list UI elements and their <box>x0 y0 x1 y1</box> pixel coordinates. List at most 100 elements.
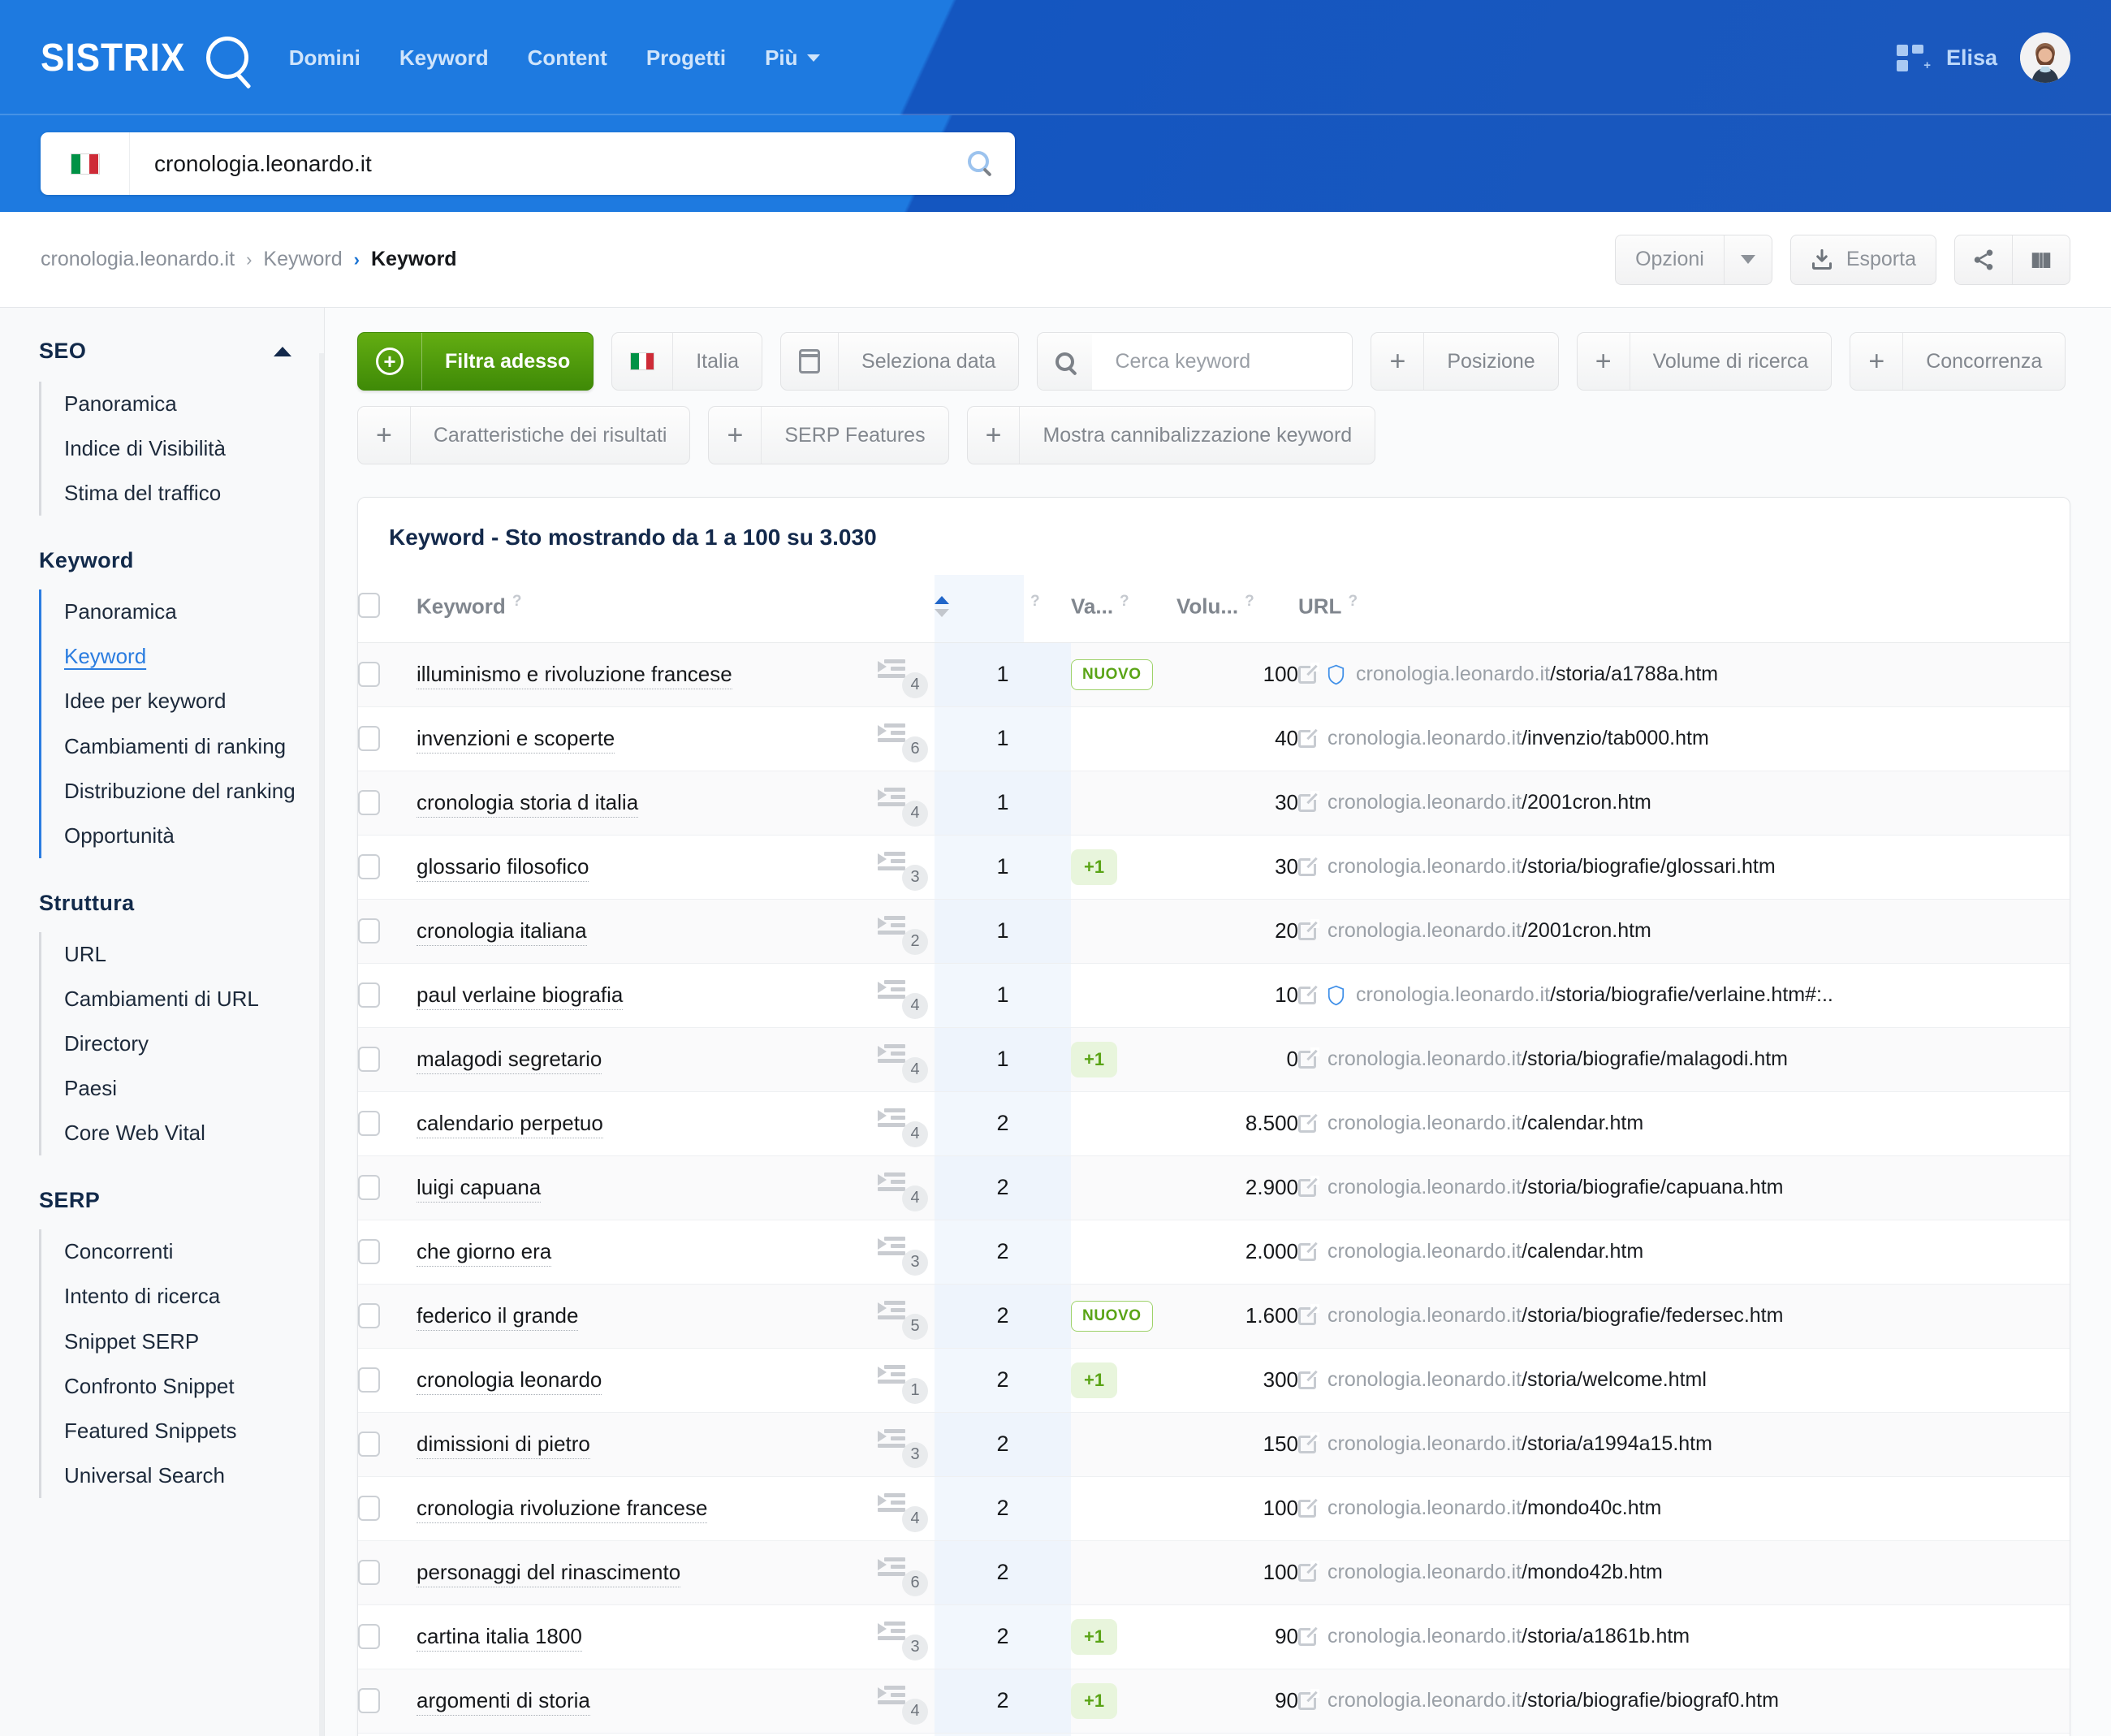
sidebar-item-cambiamenti-ranking[interactable]: Cambiamenti di ranking <box>41 724 324 769</box>
table-row[interactable]: personaggi del rinascimento 6 2 100 cronolog… <box>358 1540 2070 1605</box>
table-row[interactable]: dimissioni di pietro 3 2 150 cronologia.leon… <box>358 1412 2070 1477</box>
select-all-checkbox[interactable] <box>358 593 380 618</box>
serp-features-cell[interactable]: 2 <box>878 899 935 964</box>
serp-features-cell[interactable]: 4 <box>878 1027 935 1092</box>
sidebar-item-cambiamenti-url[interactable]: Cambiamenti di URL <box>41 977 324 1021</box>
column-header-keyword[interactable]: Keyword? <box>417 575 878 643</box>
keyword-link[interactable]: malagodi segretario <box>417 1047 602 1075</box>
url-text[interactable]: cronologia.leonardo.it/storia/biografie/… <box>1327 1176 1783 1199</box>
keyword-link[interactable]: cronologia leonardo <box>417 1367 602 1396</box>
external-link-icon[interactable] <box>1298 1367 1319 1389</box>
external-link-icon[interactable] <box>1298 982 1319 1004</box>
sidebar-item-opportunita[interactable]: Opportunità <box>41 814 324 858</box>
keyword-link[interactable]: cronologia storia d italia <box>417 790 639 818</box>
share-and-guide-group[interactable] <box>1954 234 2070 285</box>
url-text[interactable]: cronologia.leonardo.it/calendar.htm <box>1327 1240 1643 1263</box>
keyword-link[interactable]: personaggi del rinascimento <box>417 1560 681 1588</box>
row-checkbox[interactable] <box>358 1432 380 1457</box>
external-link-icon[interactable] <box>1298 1303 1319 1325</box>
table-row[interactable]: calendario eterno52 50cronologia.leonardo… <box>358 1733 2070 1736</box>
table-row[interactable]: glossario filosofico 3 1 +1 30 cronologia.leo… <box>358 835 2070 900</box>
external-link-icon[interactable] <box>1298 1047 1319 1069</box>
url-text[interactable]: cronologia.leonardo.it/storia/biografie/… <box>1327 1304 1783 1328</box>
nav-item-progetti[interactable]: Progetti <box>646 45 726 71</box>
serp-features-cell[interactable]: 3 <box>878 1604 935 1669</box>
serp-features-indicator[interactable]: 4 <box>878 1105 928 1147</box>
url-text[interactable]: cronologia.leonardo.it/mondo40c.htm <box>1327 1496 1661 1520</box>
url-text[interactable]: cronologia.leonardo.it/storia/biografie/… <box>1356 983 1833 1007</box>
sidebar-item-panoramica-keyword[interactable]: Panoramica <box>41 589 324 634</box>
serp-features-cell[interactable]: 4 <box>878 1091 935 1156</box>
keyword-link[interactable]: luigi capuana <box>417 1175 542 1203</box>
share-button[interactable] <box>1955 235 2012 284</box>
table-row[interactable]: cartina italia 1800 3 2 +1 90 cronologia.leon… <box>358 1604 2070 1669</box>
row-checkbox[interactable] <box>358 918 380 944</box>
options-button-group[interactable]: Opzioni <box>1615 234 1772 285</box>
row-checkbox[interactable] <box>358 1496 380 1522</box>
column-header-position[interactable] <box>935 575 1024 643</box>
sidebar-item-snippet-serp[interactable]: Snippet SERP <box>41 1319 324 1364</box>
sort-asc-icon[interactable] <box>935 596 949 618</box>
sidebar-item-featured-snippets[interactable]: Featured Snippets <box>41 1409 324 1453</box>
date-filter[interactable]: Seleziona data <box>780 332 1020 391</box>
export-button-group[interactable]: Esporta <box>1789 234 1936 285</box>
row-checkbox[interactable] <box>358 726 380 752</box>
serp-features-indicator[interactable]: 4 <box>878 784 928 827</box>
serp-features-filter[interactable]: + SERP Features <box>708 406 949 464</box>
sidebar-item-intento-ricerca[interactable]: Intento di ricerca <box>41 1274 324 1319</box>
row-checkbox[interactable] <box>358 1111 380 1137</box>
sidebar-item-keyword[interactable]: Keyword <box>41 634 324 679</box>
sistrix-logo[interactable]: SISTRIX <box>41 36 248 80</box>
serp-features-indicator[interactable]: 4 <box>878 1490 928 1532</box>
position-filter[interactable]: + Posizione <box>1371 332 1559 391</box>
external-link-icon[interactable] <box>1298 662 1319 684</box>
breadcrumb-item-section[interactable]: Keyword <box>263 248 342 271</box>
avatar[interactable] <box>2020 32 2070 83</box>
nav-item-piu[interactable]: Più <box>765 45 820 71</box>
url-text[interactable]: cronologia.leonardo.it/storia/a1788a.htm <box>1356 663 1718 686</box>
row-checkbox[interactable] <box>358 1239 380 1265</box>
sidebar-item-stima-traffico[interactable]: Stima del traffico <box>41 471 324 516</box>
table-row[interactable]: illuminismo e rivoluzione francese 4 1 NUOV… <box>358 642 2070 707</box>
external-link-icon[interactable] <box>1298 918 1319 940</box>
competition-filter[interactable]: + Concorrenza <box>1850 332 2066 391</box>
chevron-up-icon[interactable] <box>274 346 291 356</box>
keyword-link[interactable]: cartina italia 1800 <box>417 1624 582 1652</box>
table-row[interactable]: cronologia leonardo 1 2 +1 300 cronologia.leo… <box>358 1348 2070 1413</box>
keyword-link[interactable]: cronologia rivoluzione francese <box>417 1496 708 1524</box>
apps-grid-add-icon[interactable]: + <box>1896 44 1931 71</box>
table-row[interactable]: che giorno era 3 2 2.000 cronologia.leonardo… <box>358 1220 2070 1285</box>
keyword-search-input[interactable] <box>1092 333 1353 390</box>
keyword-link[interactable]: calendario perpetuo <box>417 1111 603 1139</box>
table-row[interactable]: luigi capuana 4 2 2.900 cronologia.leonardo.… <box>358 1155 2070 1220</box>
external-link-icon[interactable] <box>1298 726 1319 748</box>
row-checkbox[interactable] <box>358 790 380 816</box>
url-text[interactable]: cronologia.leonardo.it/calendar.htm <box>1327 1112 1643 1135</box>
options-dropdown-toggle[interactable] <box>1723 235 1772 284</box>
nav-item-keyword[interactable]: Keyword <box>399 45 489 71</box>
help-icon[interactable]: ? <box>1245 593 1254 610</box>
sidebar-item-core-web-vital[interactable]: Core Web Vital <box>41 1111 324 1155</box>
sidebar-item-url[interactable]: URL <box>41 932 324 977</box>
nav-item-content[interactable]: Content <box>528 45 607 71</box>
table-row[interactable]: cronologia storia d italia 4 1 30 cronologia… <box>358 771 2070 836</box>
external-link-icon[interactable] <box>1298 1111 1319 1133</box>
result-features-filter[interactable]: + Caratteristiche dei risultati <box>357 406 691 464</box>
country-filter[interactable]: Italia <box>611 332 763 391</box>
row-checkbox[interactable] <box>358 1303 380 1329</box>
keyword-link[interactable]: illuminismo e rivoluzione francese <box>417 662 732 690</box>
export-button[interactable]: Esporta <box>1791 235 1936 284</box>
table-row[interactable]: paul verlaine biografia 4 1 10 cronologia.le… <box>358 963 2070 1028</box>
serp-features-indicator[interactable]: 4 <box>878 656 928 698</box>
search-input[interactable] <box>130 150 942 177</box>
serp-features-cell[interactable]: 3 <box>878 835 935 900</box>
keyword-search-filter[interactable] <box>1037 332 1353 391</box>
help-icon[interactable]: ? <box>1348 593 1358 610</box>
domain-search-box[interactable] <box>41 132 1015 195</box>
url-text[interactable]: cronologia.leonardo.it/storia/welcome.ht… <box>1327 1368 1707 1392</box>
url-text[interactable]: cronologia.leonardo.it/2001cron.htm <box>1327 791 1651 814</box>
serp-features-cell[interactable]: 4 <box>878 963 935 1028</box>
serp-features-indicator[interactable]: 2 <box>878 913 928 955</box>
serp-features-indicator[interactable]: 4 <box>878 977 928 1019</box>
row-checkbox[interactable] <box>358 1688 380 1714</box>
